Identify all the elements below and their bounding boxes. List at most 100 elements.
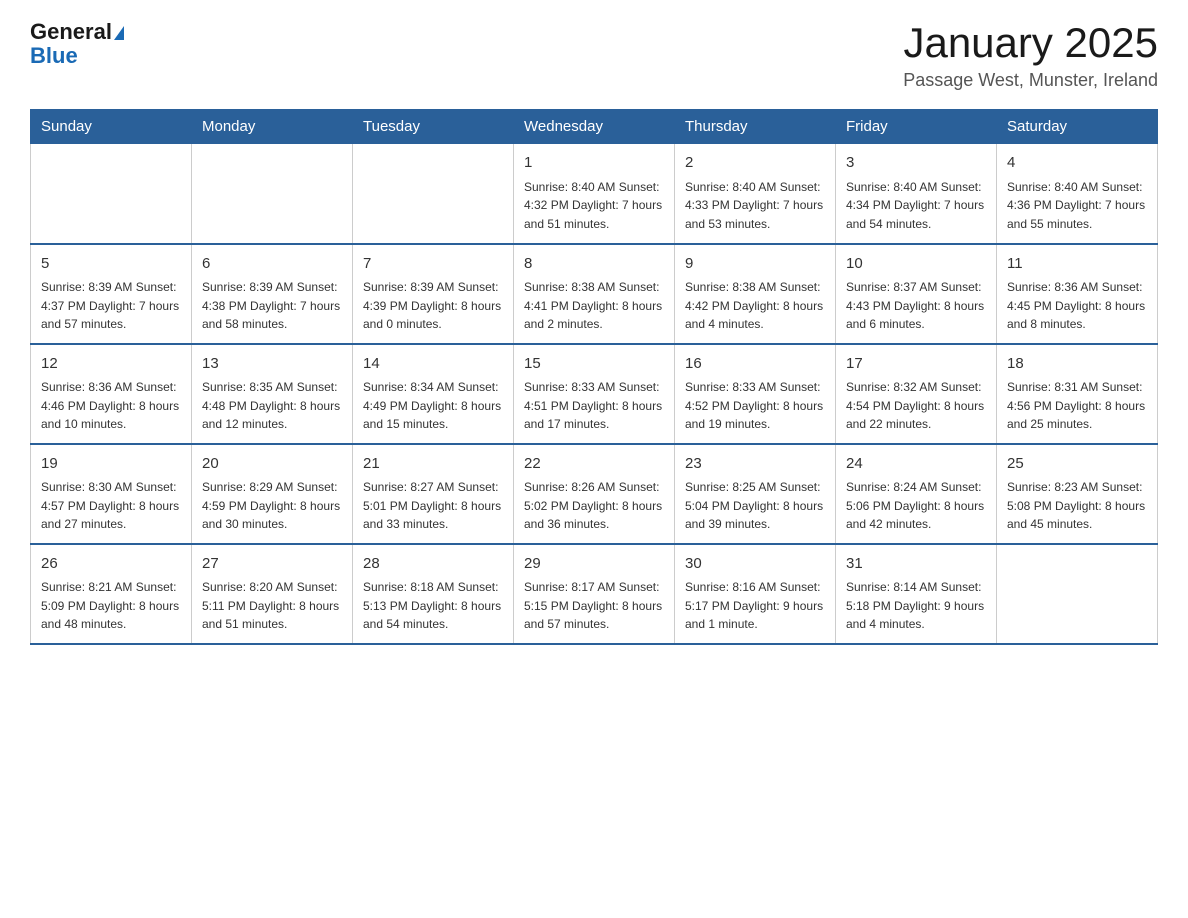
table-row: 25Sunrise: 8:23 AM Sunset: 5:08 PM Dayli… [997,444,1158,544]
logo-triangle-icon [114,26,124,40]
table-row: 20Sunrise: 8:29 AM Sunset: 4:59 PM Dayli… [192,444,353,544]
day-info: Sunrise: 8:39 AM Sunset: 4:39 PM Dayligh… [363,278,503,334]
day-number: 23 [685,453,825,476]
day-number: 26 [41,553,181,576]
logo-general-text: General [30,19,112,44]
table-row: 31Sunrise: 8:14 AM Sunset: 5:18 PM Dayli… [836,544,997,644]
day-info: Sunrise: 8:36 AM Sunset: 4:46 PM Dayligh… [41,378,181,434]
day-info: Sunrise: 8:24 AM Sunset: 5:06 PM Dayligh… [846,478,986,534]
day-number: 16 [685,353,825,376]
calendar-week-row: 26Sunrise: 8:21 AM Sunset: 5:09 PM Dayli… [31,544,1158,644]
col-monday: Monday [192,110,353,144]
table-row: 10Sunrise: 8:37 AM Sunset: 4:43 PM Dayli… [836,244,997,344]
day-info: Sunrise: 8:36 AM Sunset: 4:45 PM Dayligh… [1007,278,1147,334]
day-info: Sunrise: 8:39 AM Sunset: 4:37 PM Dayligh… [41,278,181,334]
day-number: 4 [1007,152,1147,175]
table-row: 2Sunrise: 8:40 AM Sunset: 4:33 PM Daylig… [675,144,836,244]
day-info: Sunrise: 8:38 AM Sunset: 4:41 PM Dayligh… [524,278,664,334]
table-row: 24Sunrise: 8:24 AM Sunset: 5:06 PM Dayli… [836,444,997,544]
table-row: 11Sunrise: 8:36 AM Sunset: 4:45 PM Dayli… [997,244,1158,344]
month-title: January 2025 [903,20,1158,66]
day-number: 2 [685,152,825,175]
table-row: 29Sunrise: 8:17 AM Sunset: 5:15 PM Dayli… [514,544,675,644]
day-number: 13 [202,353,342,376]
table-row: 5Sunrise: 8:39 AM Sunset: 4:37 PM Daylig… [31,244,192,344]
day-info: Sunrise: 8:25 AM Sunset: 5:04 PM Dayligh… [685,478,825,534]
day-number: 9 [685,253,825,276]
calendar-week-row: 12Sunrise: 8:36 AM Sunset: 4:46 PM Dayli… [31,344,1158,444]
calendar-week-row: 1Sunrise: 8:40 AM Sunset: 4:32 PM Daylig… [31,144,1158,244]
table-row: 27Sunrise: 8:20 AM Sunset: 5:11 PM Dayli… [192,544,353,644]
day-info: Sunrise: 8:26 AM Sunset: 5:02 PM Dayligh… [524,478,664,534]
table-row: 8Sunrise: 8:38 AM Sunset: 4:41 PM Daylig… [514,244,675,344]
day-number: 6 [202,253,342,276]
table-row: 26Sunrise: 8:21 AM Sunset: 5:09 PM Dayli… [31,544,192,644]
table-row: 22Sunrise: 8:26 AM Sunset: 5:02 PM Dayli… [514,444,675,544]
day-info: Sunrise: 8:39 AM Sunset: 4:38 PM Dayligh… [202,278,342,334]
day-number: 29 [524,553,664,576]
table-row: 12Sunrise: 8:36 AM Sunset: 4:46 PM Dayli… [31,344,192,444]
day-number: 7 [363,253,503,276]
day-info: Sunrise: 8:23 AM Sunset: 5:08 PM Dayligh… [1007,478,1147,534]
day-number: 8 [524,253,664,276]
day-number: 11 [1007,253,1147,276]
day-number: 10 [846,253,986,276]
table-row: 9Sunrise: 8:38 AM Sunset: 4:42 PM Daylig… [675,244,836,344]
day-number: 24 [846,453,986,476]
day-number: 5 [41,253,181,276]
day-info: Sunrise: 8:40 AM Sunset: 4:36 PM Dayligh… [1007,178,1147,234]
table-row [31,144,192,244]
table-row: 14Sunrise: 8:34 AM Sunset: 4:49 PM Dayli… [353,344,514,444]
location-subtitle: Passage West, Munster, Ireland [903,70,1158,91]
day-number: 3 [846,152,986,175]
day-info: Sunrise: 8:33 AM Sunset: 4:52 PM Dayligh… [685,378,825,434]
logo: General Blue [30,20,124,68]
logo-blue-text: Blue [30,43,78,68]
day-number: 20 [202,453,342,476]
day-number: 19 [41,453,181,476]
table-row: 17Sunrise: 8:32 AM Sunset: 4:54 PM Dayli… [836,344,997,444]
logo-top-line: General [30,20,124,44]
day-number: 28 [363,553,503,576]
day-info: Sunrise: 8:32 AM Sunset: 4:54 PM Dayligh… [846,378,986,434]
table-row: 30Sunrise: 8:16 AM Sunset: 5:17 PM Dayli… [675,544,836,644]
col-sunday: Sunday [31,110,192,144]
day-number: 14 [363,353,503,376]
table-row [997,544,1158,644]
col-friday: Friday [836,110,997,144]
table-row: 13Sunrise: 8:35 AM Sunset: 4:48 PM Dayli… [192,344,353,444]
table-row: 15Sunrise: 8:33 AM Sunset: 4:51 PM Dayli… [514,344,675,444]
col-tuesday: Tuesday [353,110,514,144]
page-header: General Blue January 2025 Passage West, … [30,20,1158,91]
day-info: Sunrise: 8:20 AM Sunset: 5:11 PM Dayligh… [202,578,342,634]
table-row [353,144,514,244]
day-info: Sunrise: 8:17 AM Sunset: 5:15 PM Dayligh… [524,578,664,634]
table-row: 28Sunrise: 8:18 AM Sunset: 5:13 PM Dayli… [353,544,514,644]
day-number: 12 [41,353,181,376]
day-info: Sunrise: 8:40 AM Sunset: 4:32 PM Dayligh… [524,178,664,234]
day-info: Sunrise: 8:34 AM Sunset: 4:49 PM Dayligh… [363,378,503,434]
day-info: Sunrise: 8:37 AM Sunset: 4:43 PM Dayligh… [846,278,986,334]
day-number: 22 [524,453,664,476]
day-info: Sunrise: 8:38 AM Sunset: 4:42 PM Dayligh… [685,278,825,334]
calendar-table: Sunday Monday Tuesday Wednesday Thursday… [30,109,1158,645]
day-number: 31 [846,553,986,576]
day-info: Sunrise: 8:40 AM Sunset: 4:34 PM Dayligh… [846,178,986,234]
day-info: Sunrise: 8:18 AM Sunset: 5:13 PM Dayligh… [363,578,503,634]
table-row: 18Sunrise: 8:31 AM Sunset: 4:56 PM Dayli… [997,344,1158,444]
day-number: 21 [363,453,503,476]
title-block: January 2025 Passage West, Munster, Irel… [903,20,1158,91]
table-row: 4 Sunrise: 8:40 AM Sunset: 4:36 PM Daylig… [997,144,1158,244]
day-info: Sunrise: 8:16 AM Sunset: 5:17 PM Dayligh… [685,578,825,634]
day-info: Sunrise: 8:21 AM Sunset: 5:09 PM Dayligh… [41,578,181,634]
col-wednesday: Wednesday [514,110,675,144]
day-info: Sunrise: 8:30 AM Sunset: 4:57 PM Dayligh… [41,478,181,534]
table-row: 7Sunrise: 8:39 AM Sunset: 4:39 PM Daylig… [353,244,514,344]
day-info: Sunrise: 8:35 AM Sunset: 4:48 PM Dayligh… [202,378,342,434]
day-info: Sunrise: 8:27 AM Sunset: 5:01 PM Dayligh… [363,478,503,534]
day-number: 17 [846,353,986,376]
table-row: 6Sunrise: 8:39 AM Sunset: 4:38 PM Daylig… [192,244,353,344]
col-saturday: Saturday [997,110,1158,144]
day-number: 27 [202,553,342,576]
table-row: 21Sunrise: 8:27 AM Sunset: 5:01 PM Dayli… [353,444,514,544]
